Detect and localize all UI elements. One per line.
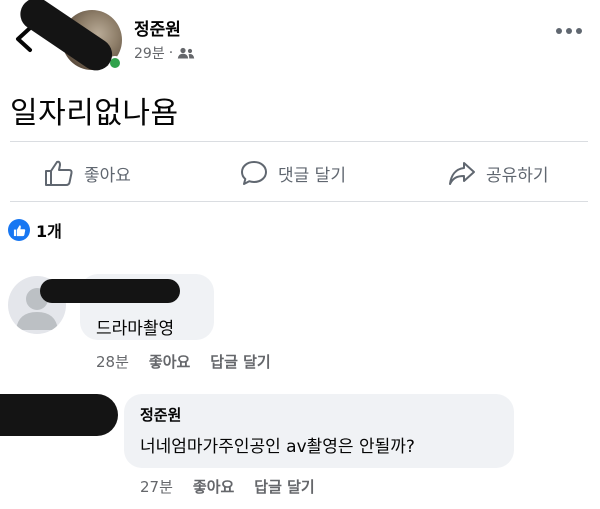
comment-label: 댓글 달기 <box>278 165 346 186</box>
comment-text: 드라마촬영 <box>96 319 175 339</box>
thumbs-up-icon <box>45 160 73 186</box>
reaction-count: 1개 <box>36 222 62 241</box>
comment-reply-button[interactable]: 답글 달기 <box>210 351 270 372</box>
post-text: 일자리없나욤 <box>10 96 179 131</box>
comment-like-button[interactable]: 좋아요 <box>149 351 190 372</box>
more-options-button[interactable] <box>556 28 582 34</box>
reaction-summary[interactable]: 1개 <box>8 218 62 242</box>
share-label: 공유하기 <box>486 165 549 186</box>
comment-actions: 28분 좋아요 답글 달기 <box>96 351 271 372</box>
post-time[interactable]: 29분 <box>134 43 165 63</box>
redaction-mark <box>40 279 180 303</box>
divider-top <box>10 141 588 142</box>
reply-like-button[interactable]: 좋아요 <box>193 476 234 497</box>
comment-time[interactable]: 28분 <box>96 351 129 372</box>
divider-bottom <box>10 201 588 202</box>
author-name[interactable]: 정준원 <box>134 15 181 40</box>
reply-author[interactable]: 정준원 <box>140 404 181 425</box>
redaction-mark <box>0 394 118 436</box>
more-horizontal-icon <box>556 28 562 34</box>
post-meta: 29분 · <box>134 43 195 63</box>
reply-reply-button[interactable]: 답글 달기 <box>254 476 314 497</box>
share-button[interactable]: 공유하기 <box>448 156 549 190</box>
reply-actions: 27분 좋아요 답글 달기 <box>140 476 315 497</box>
friends-icon <box>177 47 195 59</box>
reply-time[interactable]: 27분 <box>140 476 173 497</box>
reply-text: 너네엄마가주인공인 av촬영은 안될까? <box>140 437 415 457</box>
comment-button[interactable]: 댓글 달기 <box>240 156 346 190</box>
like-button[interactable]: 좋아요 <box>44 156 131 190</box>
like-reaction-icon <box>8 219 30 241</box>
meta-separator: · <box>168 45 174 61</box>
share-arrow-icon <box>449 162 475 185</box>
speech-bubble-icon <box>241 161 267 185</box>
like-label: 좋아요 <box>84 165 131 186</box>
